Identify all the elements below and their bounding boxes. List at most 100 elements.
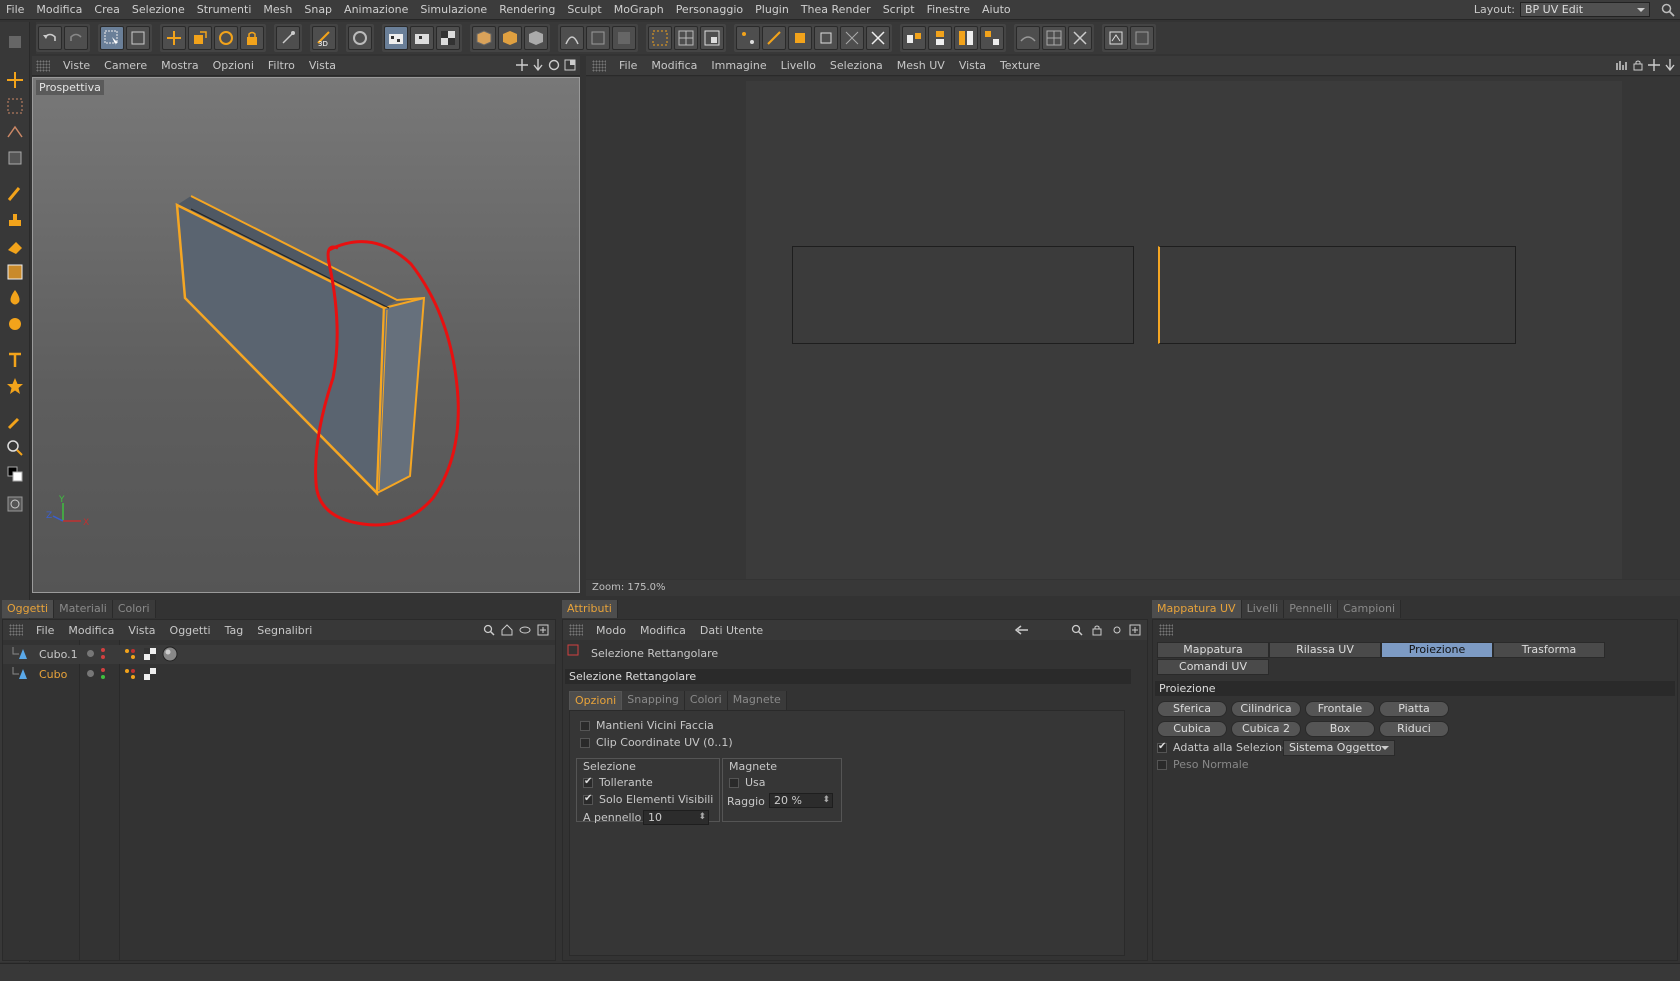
uvw-tag-icon[interactable] bbox=[143, 647, 157, 661]
clip-row[interactable]: Clip Coordinate UV (0..1) bbox=[580, 736, 733, 749]
proiezione-button[interactable]: Proiezione bbox=[1381, 642, 1493, 658]
editor-visibility-dot[interactable] bbox=[87, 650, 94, 657]
back-arrow-icon[interactable] bbox=[1015, 624, 1029, 636]
maximize-icon[interactable] bbox=[564, 59, 576, 71]
vp-menu-filtro[interactable]: Filtro bbox=[261, 59, 302, 72]
menu-sculpt[interactable]: Sculpt bbox=[561, 3, 607, 16]
axis-button[interactable] bbox=[276, 26, 300, 50]
lock-icon[interactable] bbox=[1091, 624, 1103, 636]
zoom-tool-button[interactable] bbox=[3, 436, 27, 460]
array-button[interactable] bbox=[612, 26, 636, 50]
brush-button[interactable] bbox=[3, 182, 27, 206]
pan-icon[interactable] bbox=[516, 59, 528, 71]
coord-3d-button[interactable]: 3D bbox=[312, 26, 336, 50]
object-name[interactable]: Cubo bbox=[39, 668, 67, 681]
render-visibility-dot[interactable] bbox=[101, 675, 105, 679]
comandi-uv-button[interactable]: Comandi UV bbox=[1157, 659, 1269, 675]
phong-tag-icon[interactable] bbox=[123, 647, 137, 661]
menu-script[interactable]: Script bbox=[877, 3, 921, 16]
object-row[interactable]: Cubo bbox=[3, 665, 555, 684]
menu-mesh[interactable]: Mesh bbox=[257, 3, 298, 16]
tab-mappatura-uv[interactable]: Mappatura UV bbox=[1152, 600, 1242, 618]
histogram-icon[interactable] bbox=[1616, 59, 1628, 71]
rect-select-button[interactable] bbox=[126, 26, 150, 50]
uvw-tag-icon[interactable] bbox=[143, 667, 157, 681]
new-window-icon[interactable] bbox=[537, 624, 549, 636]
solo-visibili-checkbox[interactable] bbox=[583, 793, 593, 805]
gradient-button[interactable] bbox=[3, 260, 27, 284]
menu-aiuto[interactable]: Aiuto bbox=[976, 3, 1017, 16]
lock-icon[interactable] bbox=[1632, 59, 1644, 71]
tab-colori[interactable]: Colori bbox=[112, 600, 156, 618]
tab-livelli[interactable]: Livelli bbox=[1241, 600, 1285, 618]
model-mode-button[interactable] bbox=[3, 30, 27, 54]
uv-island-right[interactable] bbox=[1158, 246, 1516, 344]
uv-island-left[interactable] bbox=[792, 246, 1134, 344]
points-tool-button[interactable] bbox=[3, 146, 27, 170]
live-select-button[interactable] bbox=[100, 26, 124, 50]
3d-viewport[interactable]: Prospettiva Y Z X bbox=[32, 77, 580, 593]
text-tool-button[interactable] bbox=[3, 348, 27, 372]
box-button[interactable]: Box bbox=[1305, 721, 1375, 737]
menu-file[interactable]: File bbox=[0, 3, 30, 16]
render-picture-button[interactable] bbox=[410, 26, 434, 50]
scale-button[interactable] bbox=[188, 26, 212, 50]
piatta-button[interactable]: Piatta bbox=[1379, 701, 1449, 717]
texture-a-button[interactable] bbox=[1104, 26, 1128, 50]
usa-row[interactable]: Usa bbox=[729, 776, 766, 789]
attr-menu-modo[interactable]: Modo bbox=[589, 624, 633, 637]
cilindrica-button[interactable]: Cilindrica bbox=[1231, 701, 1301, 717]
subtab-colori[interactable]: Colori bbox=[684, 691, 728, 711]
adatta-row[interactable]: Adatta alla Selezione bbox=[1157, 741, 1289, 754]
phong-tag-icon[interactable] bbox=[123, 667, 137, 681]
menu-modifica[interactable]: Modifica bbox=[30, 3, 88, 16]
uv-grid-button[interactable] bbox=[1042, 26, 1066, 50]
menu-finestre[interactable]: Finestre bbox=[921, 3, 976, 16]
peso-checkbox[interactable] bbox=[1157, 759, 1167, 770]
menu-animazione[interactable]: Animazione bbox=[338, 3, 414, 16]
riduci-button[interactable]: Riduci bbox=[1379, 721, 1449, 737]
move-tool-button[interactable] bbox=[3, 68, 27, 92]
uv-editor-area[interactable] bbox=[586, 77, 1680, 579]
attr-menu-modifica[interactable]: Modifica bbox=[633, 624, 693, 637]
eyedropper-button[interactable] bbox=[3, 410, 27, 434]
orbit-icon[interactable] bbox=[548, 59, 560, 71]
adatta-checkbox[interactable] bbox=[1157, 741, 1167, 753]
spline-button[interactable] bbox=[560, 26, 584, 50]
eye-icon[interactable] bbox=[519, 624, 531, 636]
move-button[interactable] bbox=[162, 26, 186, 50]
render-settings-button[interactable] bbox=[436, 26, 460, 50]
mantieni-row[interactable]: Mantieni Vicini Faccia bbox=[580, 719, 714, 732]
subtab-magnete[interactable]: Magnete bbox=[727, 691, 787, 711]
vp-menu-camere[interactable]: Camere bbox=[97, 59, 154, 72]
uv-relax-button[interactable] bbox=[1016, 26, 1040, 50]
menu-strumenti[interactable]: Strumenti bbox=[191, 3, 258, 16]
vp-menu-mostra[interactable]: Mostra bbox=[154, 59, 206, 72]
split-a-button[interactable] bbox=[902, 26, 926, 50]
uv-polygons-button[interactable] bbox=[674, 26, 698, 50]
uv-menu-livello[interactable]: Livello bbox=[774, 59, 823, 72]
snap-button[interactable] bbox=[348, 26, 372, 50]
material-tag-icon[interactable] bbox=[161, 645, 179, 663]
uv-canvas[interactable] bbox=[746, 81, 1622, 579]
polygons-mode-button[interactable] bbox=[788, 26, 812, 50]
usa-checkbox[interactable] bbox=[729, 777, 739, 788]
fill-button[interactable] bbox=[3, 286, 27, 310]
new-window-icon[interactable] bbox=[1129, 624, 1141, 636]
cube-button[interactable] bbox=[472, 26, 496, 50]
home-icon[interactable] bbox=[501, 624, 513, 636]
uv-menu-modifica[interactable]: Modifica bbox=[644, 59, 704, 72]
tollerante-checkbox[interactable] bbox=[583, 776, 593, 788]
uv-polygons-mode-button[interactable] bbox=[840, 26, 864, 50]
attr-menu-dati-utente[interactable]: Dati Utente bbox=[693, 624, 770, 637]
menu-rendering[interactable]: Rendering bbox=[493, 3, 561, 16]
object-row[interactable]: Cubo.1 bbox=[3, 645, 555, 664]
tollerante-row[interactable]: Tollerante bbox=[583, 776, 653, 789]
solo-button[interactable] bbox=[3, 492, 27, 516]
uv-menu-seleziona[interactable]: Seleziona bbox=[823, 59, 890, 72]
peso-row[interactable]: Peso Normale bbox=[1157, 758, 1249, 771]
subdivision-button[interactable] bbox=[498, 26, 522, 50]
a-pennello-field[interactable]: 10 bbox=[643, 810, 709, 825]
mantieni-checkbox[interactable] bbox=[580, 720, 590, 731]
vp-menu-opzioni[interactable]: Opzioni bbox=[206, 59, 261, 72]
